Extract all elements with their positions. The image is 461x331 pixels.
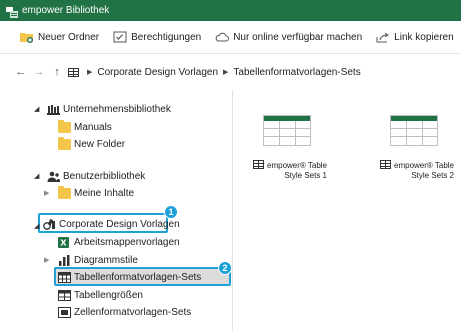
- chevron-right-icon: ▶: [223, 69, 229, 76]
- folder-icon: [58, 185, 71, 199]
- up-arrow-icon[interactable]: ↑: [50, 66, 64, 78]
- excel-icon: X: [58, 236, 71, 248]
- file-name-line1: empower® Table: [380, 160, 454, 171]
- library-icon: [47, 104, 60, 115]
- tree-item-cell-format-sets[interactable]: Zellenformatvorlagen-Sets: [58, 303, 191, 321]
- title-bar: empower Bibliothek: [0, 0, 461, 21]
- table-grid-icon: [58, 271, 71, 283]
- app-icon: [6, 5, 18, 18]
- tree-label: Corporate Design Vorlagen: [59, 218, 180, 230]
- step-badge-2: 2: [218, 261, 232, 275]
- breadcrumb-item[interactable]: Corporate Design Vorlagen: [97, 67, 218, 78]
- tree-item-table-format-sets[interactable]: Tabellenformatvorlagen-Sets: [58, 268, 201, 286]
- new-folder-button[interactable]: Neuer Ordner: [20, 31, 99, 43]
- new-folder-label: Neuer Ordner: [38, 31, 100, 43]
- tree-item-company-library[interactable]: Unternehmensbibliothek: [47, 100, 171, 118]
- tree-label: Meine Inhalte: [74, 187, 135, 199]
- copy-link-button[interactable]: Link kopieren: [376, 31, 454, 43]
- tree-label: Benutzerbibliothek: [63, 170, 146, 182]
- tree-label: Tabellenformatvorlagen-Sets: [74, 271, 202, 283]
- back-arrow-icon[interactable]: ←: [14, 66, 28, 78]
- tree-label: Manuals: [74, 121, 112, 133]
- tree-label: Zellenformatvorlagen-Sets: [74, 306, 192, 318]
- caret-expanded-icon[interactable]: ◢: [34, 172, 39, 180]
- design-library-icon: [43, 218, 56, 230]
- checkbox-icon: [113, 31, 127, 43]
- copy-link-label: Link kopieren: [394, 31, 454, 43]
- tree-label: Diagrammstile: [74, 254, 138, 266]
- tree-item-my-content[interactable]: Meine Inhalte: [58, 184, 134, 202]
- chevron-right-icon: ▶: [87, 69, 93, 76]
- window-title: empower Bibliothek: [22, 5, 110, 16]
- table-thumbnail-icon: [390, 115, 438, 146]
- address-bar: ← → ↑ ▶ Corporate Design Vorlagen ▶ Tabe…: [0, 61, 461, 83]
- table-icon: [380, 160, 391, 169]
- svg-text:X: X: [60, 238, 67, 247]
- caret-collapsed-icon[interactable]: ▶: [44, 256, 49, 264]
- file-tile[interactable]: empower® Table Style Sets 1: [247, 115, 327, 185]
- tree-label: Tabellengrößen: [74, 289, 143, 301]
- table-icon: [253, 160, 264, 169]
- toolbar: Neuer Ordner Berechtigungen Nur online v…: [0, 21, 461, 54]
- users-icon: [47, 171, 60, 182]
- table-icon: [68, 67, 79, 77]
- tree-item-workbook-templates[interactable]: X Arbeitsmappenvorlagen: [58, 233, 180, 251]
- cloud-icon: [215, 31, 230, 43]
- permissions-button[interactable]: Berechtigungen: [113, 31, 201, 43]
- permissions-label: Berechtigungen: [131, 31, 202, 43]
- folder-icon: [58, 119, 71, 133]
- tree-item-new-folder[interactable]: New Folder: [58, 135, 125, 153]
- forward-arrow-icon[interactable]: →: [32, 66, 46, 78]
- table-thumbnail-icon: [263, 115, 311, 146]
- file-name-line1: empower® Table: [253, 160, 327, 171]
- new-folder-icon: [20, 31, 34, 43]
- folder-icon: [58, 136, 71, 150]
- tree-item-corporate-design[interactable]: Corporate Design Vorlagen: [43, 215, 180, 233]
- cell-format-icon: [58, 306, 71, 318]
- file-name-line2: Style Sets 1: [284, 171, 327, 180]
- caret-collapsed-icon[interactable]: ▶: [44, 189, 49, 197]
- tree-item-manuals[interactable]: Manuals: [58, 118, 112, 136]
- pane-divider[interactable]: [232, 90, 233, 331]
- file-tile[interactable]: empower® Table Style Sets 2: [374, 115, 454, 185]
- tree-item-table-sizes[interactable]: Tabellengrößen: [58, 286, 143, 304]
- online-only-button[interactable]: Nur online verfügbar machen: [215, 31, 362, 43]
- tree-label: New Folder: [74, 138, 126, 150]
- share-icon: [376, 31, 390, 43]
- online-only-label: Nur online verfügbar machen: [233, 31, 363, 43]
- bar-chart-icon: [58, 254, 71, 266]
- breadcrumb-item[interactable]: Tabellenformatvorlagen-Sets: [233, 67, 360, 78]
- tree-label: Unternehmensbibliothek: [63, 103, 171, 115]
- file-name-line2: Style Sets 2: [411, 171, 454, 180]
- caret-expanded-icon[interactable]: ◢: [34, 105, 39, 113]
- tree-item-user-library[interactable]: Benutzerbibliothek: [47, 167, 145, 185]
- caret-expanded-icon[interactable]: ◢: [34, 222, 39, 230]
- tree-label: Arbeitsmappenvorlagen: [74, 236, 180, 248]
- table-size-icon: [58, 289, 71, 301]
